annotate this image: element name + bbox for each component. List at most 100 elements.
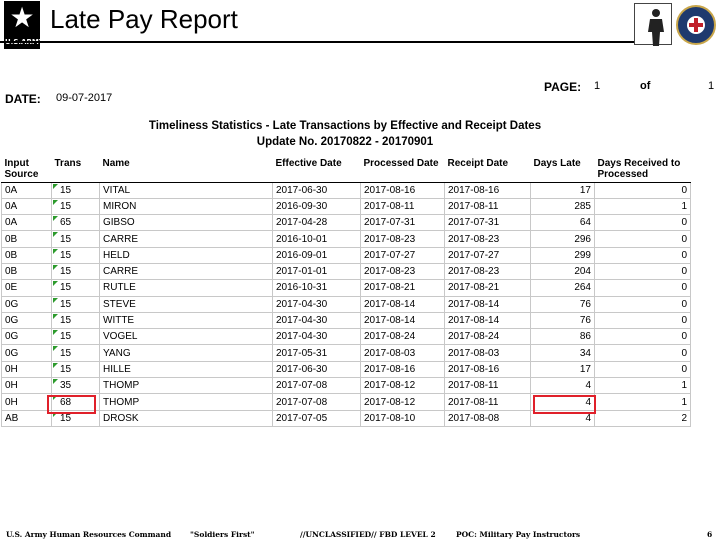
cell-days-received: 2 (594, 409, 691, 427)
cell-processed-date: 2017-08-11 (360, 197, 445, 216)
cell-trans: 35 (51, 377, 100, 395)
cell-days-late: 64 (530, 214, 595, 232)
table-row: 0G 15 YANG 2017-05-31 2017-08-03 2017-08-03 34… (1, 344, 691, 362)
header-divider (0, 41, 650, 43)
cell-effective-date: 2017-06-30 (272, 181, 361, 199)
cell-name: RUTLE (99, 279, 273, 297)
cell-input-source: 0G (1, 328, 52, 346)
soldier-icon (648, 9, 664, 46)
cell-name: CARRE (99, 230, 273, 248)
page-total: 1 (708, 80, 715, 92)
cell-receipt-date: 2017-08-14 (444, 311, 531, 330)
table-row: 0B 15 CARRE 2017-01-01 2017-08-23 2017-08-23 2… (1, 262, 691, 281)
table-row: 0G 15 STEVE 2017-04-30 2017-08-14 2017-08-14 7… (1, 295, 691, 313)
cell-days-received: 0 (594, 279, 691, 297)
late-transactions-table: Input Source Trans Name Effective Date P… (1, 158, 691, 427)
table-row: 0B 15 CARRE 2016-10-01 2017-08-23 2017-08-23 2… (1, 230, 691, 248)
soldier-emblem (634, 3, 672, 46)
cell-trans: 15 (51, 311, 100, 330)
cell-days-received: 0 (594, 311, 691, 330)
footer-org: U.S. Army Human Resources Command (6, 530, 172, 539)
cell-effective-date: 2017-07-05 (272, 409, 361, 427)
slide-number: 6 (707, 530, 713, 539)
cell-days-late: 34 (530, 344, 595, 362)
col-header-input-source: Input Source (1, 158, 52, 183)
table-row: 0A 15 VITAL 2017-06-30 2017-08-16 2017-08-16 1… (1, 181, 691, 199)
cell-receipt-date: 2017-08-08 (444, 409, 531, 427)
cell-input-source: 0G (1, 311, 52, 330)
cell-processed-date: 2017-08-23 (360, 230, 445, 248)
cell-processed-date: 2017-08-21 (360, 279, 445, 297)
table-row: 0G 15 WITTE 2017-04-30 2017-08-14 2017-08-14 7… (1, 311, 691, 330)
cell-name: HILLE (99, 360, 273, 379)
cell-trans: 15 (51, 181, 100, 199)
cell-input-source: 0B (1, 230, 52, 248)
cell-processed-date: 2017-08-12 (360, 377, 445, 395)
cell-days-late: 285 (530, 197, 595, 216)
cell-trans: 15 (51, 279, 100, 297)
cell-name: VOGEL (99, 328, 273, 346)
cell-days-late: 17 (530, 360, 595, 379)
cell-name: DROSK (99, 409, 273, 427)
header-emblems (632, 1, 718, 51)
cell-days-late: 76 (530, 295, 595, 313)
cell-days-received: 0 (594, 295, 691, 313)
cell-effective-date: 2017-04-28 (272, 214, 361, 232)
cell-receipt-date: 2017-08-11 (444, 393, 531, 411)
cell-effective-date: 2016-10-31 (272, 279, 361, 297)
table-header-row: Input Source Trans Name Effective Date P… (1, 158, 691, 183)
cell-receipt-date: 2017-07-27 (444, 246, 531, 264)
cell-name: WITTE (99, 311, 273, 330)
cell-effective-date: 2017-01-01 (272, 262, 361, 281)
cell-processed-date: 2017-08-16 (360, 181, 445, 199)
cell-receipt-date: 2017-08-23 (444, 230, 531, 248)
col-header-processed-date: Processed Date (360, 158, 445, 183)
page-label: PAGE: (544, 80, 582, 94)
col-header-effective-date: Effective Date (272, 158, 361, 183)
cell-name: CARRE (99, 262, 273, 281)
cell-days-received: 1 (594, 197, 691, 216)
cell-days-late: 86 (530, 328, 595, 346)
cell-input-source: 0H (1, 377, 52, 395)
cell-name: GIBSO (99, 214, 273, 232)
cell-trans: 15 (51, 197, 100, 216)
cell-days-received: 0 (594, 246, 691, 264)
table-row: 0H 15 HILLE 2017-06-30 2017-08-16 2017-08-16 1… (1, 360, 691, 379)
cell-days-late: 4 (530, 377, 595, 395)
cell-days-late: 264 (530, 279, 595, 297)
page-number: 1 (594, 80, 601, 92)
cell-days-received: 0 (594, 360, 691, 379)
cell-days-received: 0 (594, 214, 691, 232)
cell-input-source: 0G (1, 295, 52, 313)
table-row: 0A 15 MIRON 2016-09-30 2017-08-11 2017-08-11 2… (1, 197, 691, 216)
cell-input-source: 0A (1, 214, 52, 232)
cell-trans: 15 (51, 295, 100, 313)
footer-poc: POC: Military Pay Instructors (456, 530, 581, 539)
cell-trans: 65 (51, 214, 100, 232)
cell-days-late: 204 (530, 262, 595, 281)
cell-processed-date: 2017-08-23 (360, 262, 445, 281)
cell-trans: 15 (51, 246, 100, 264)
footer-motto: "Soldiers First" (190, 530, 255, 539)
cell-days-received: 0 (594, 344, 691, 362)
page-title: Late Pay Report (50, 4, 238, 34)
cell-name: STEVE (99, 295, 273, 313)
table-row: 0E 15 RUTLE 2016-10-31 2017-08-21 2017-08-21 2… (1, 279, 691, 297)
cell-name: THOMP (99, 393, 273, 411)
cell-effective-date: 2016-09-01 (272, 246, 361, 264)
cell-effective-date: 2017-07-08 (272, 377, 361, 395)
cell-days-received: 0 (594, 230, 691, 248)
cell-effective-date: 2017-04-30 (272, 328, 361, 346)
cell-trans: 15 (51, 328, 100, 346)
footer-classification: //UNCLASSIFIED// FBD LEVEL 2 (300, 530, 436, 539)
report-update-range: Update No. 20170822 - 20170901 (256, 136, 434, 148)
cell-receipt-date: 2017-08-21 (444, 279, 531, 297)
cell-input-source: 0G (1, 344, 52, 362)
cell-input-source: 0B (1, 246, 52, 264)
table-row: 0B 15 HELD 2016-09-01 2017-07-27 2017-07-27 29… (1, 246, 691, 264)
cell-days-received: 0 (594, 181, 691, 199)
cell-effective-date: 2017-04-30 (272, 311, 361, 330)
cell-days-received: 0 (594, 328, 691, 346)
cell-processed-date: 2017-08-24 (360, 328, 445, 346)
date-value: 09-07-2017 (56, 92, 113, 104)
